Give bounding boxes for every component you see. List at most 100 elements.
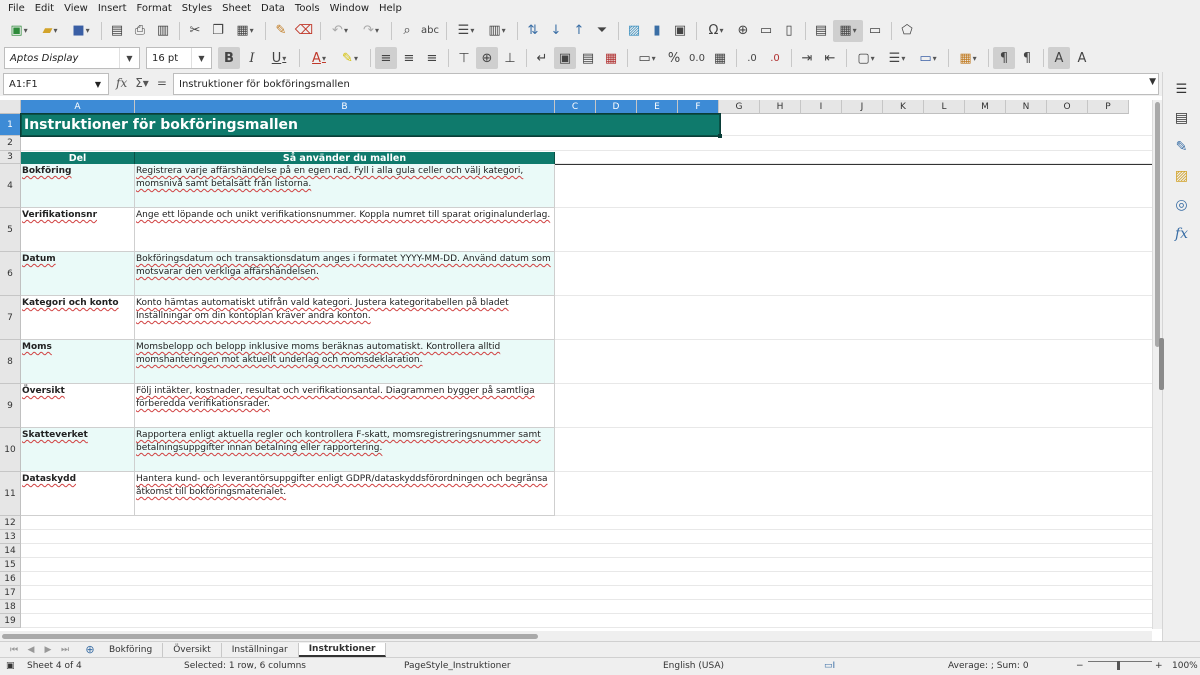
merge-cells-icon[interactable]: ▤ [577,47,599,69]
menu-item[interactable]: Data [256,3,290,14]
clear-formatting-icon[interactable]: ⌫ [293,20,315,42]
row-header[interactable]: 9 [0,384,21,428]
table-cell-label[interactable]: Kategori och konto [21,296,135,340]
align-bottom-icon[interactable]: ⊥ [499,47,521,69]
horizontal-scrollbar[interactable] [0,631,1152,641]
function-wizard-icon[interactable]: fx [116,76,127,90]
clone-formatting-icon[interactable]: ✎ [270,20,292,42]
text-direction-ltr-icon[interactable]: ¶ [993,47,1015,69]
menu-item[interactable]: View [59,3,93,14]
chevron-down-icon[interactable]: ▼ [119,48,139,68]
vertical-text-rtl-icon[interactable]: A [1071,47,1093,69]
autofill-handle[interactable] [718,134,722,138]
highlight-color-icon[interactable]: ✎ [335,47,365,69]
menu-item[interactable]: File [3,3,30,14]
undo-icon[interactable]: ↶ [325,20,355,42]
font-size-box[interactable]: 16 pt ▼ [146,47,212,69]
sum-icon[interactable]: Σ▾ [135,76,149,90]
menu-item[interactable]: Help [374,3,407,14]
column-header[interactable]: N [1006,100,1047,114]
print-preview-icon[interactable]: ▥ [152,20,174,42]
menu-item[interactable]: Tools [290,3,325,14]
row-header[interactable]: 2 [0,136,21,151]
save-icon[interactable]: ■ [66,20,96,42]
align-middle-icon[interactable]: ⊕ [476,47,498,69]
column-header[interactable]: D [596,100,637,114]
wrap-text-icon[interactable]: ↵ [531,47,553,69]
add-sheet-icon[interactable]: ⊕ [81,643,99,656]
sort-icon[interactable]: ⇅ [522,20,544,42]
menu-item[interactable]: Insert [93,3,132,14]
align-top-icon[interactable]: ⊤ [453,47,475,69]
insert-image-icon[interactable]: ▨ [623,20,645,42]
sheet-tab[interactable]: Instruktioner [298,642,387,657]
italic-button[interactable]: I [241,47,263,69]
spelling-icon[interactable]: abc [419,20,441,42]
column-header[interactable]: P [1088,100,1129,114]
redo-icon[interactable]: ↷ [356,20,386,42]
column-header[interactable]: E [637,100,678,114]
row-header[interactable]: 6 [0,252,21,296]
row-header[interactable]: 18 [0,600,21,614]
table-cell-label[interactable]: Datum [21,252,135,296]
sort-descending-icon[interactable]: ↑ [568,20,590,42]
table-cell-text[interactable]: Följ intäkter, kostnader, resultat och v… [135,384,555,428]
column-header[interactable]: J [842,100,883,114]
row-header[interactable]: 5 [0,208,21,252]
row-header[interactable]: 11 [0,472,21,516]
page-style[interactable]: PageStyle_Instruktioner [404,661,511,671]
column-header[interactable]: I [801,100,842,114]
menu-item[interactable]: Sheet [217,3,256,14]
row-header[interactable]: 19 [0,614,21,628]
sum-summary[interactable]: Average: ; Sum: 0 [948,661,1029,671]
hyperlink-icon[interactable]: ⊕ [732,20,754,42]
chevron-down-icon[interactable]: ▼ [191,48,211,68]
borders-icon[interactable]: ▢ [851,47,881,69]
row-header[interactable]: 15 [0,558,21,572]
column-header[interactable]: O [1047,100,1088,114]
sort-ascending-icon[interactable]: ↓ [545,20,567,42]
currency-format-icon[interactable]: ▭ [632,47,662,69]
table-cell-text[interactable]: Registrera varje affärshändelse på en eg… [135,164,555,208]
table-cell-label[interactable]: Skatteverket [21,428,135,472]
column-header[interactable]: A [21,100,135,114]
border-style-icon[interactable]: ☰ [882,47,912,69]
styles-icon[interactable]: ✎ [1169,134,1195,160]
table-cell-label[interactable]: Moms [21,340,135,384]
unmerge-cells-icon[interactable]: ▦ [600,47,622,69]
column-header[interactable]: H [760,100,801,114]
row-icon[interactable]: ☰ [451,20,481,42]
find-replace-icon[interactable]: ⌕ [396,20,418,42]
sheet-tab[interactable]: Inställningar [222,642,299,657]
cut-icon[interactable]: ✂ [184,20,206,42]
menu-item[interactable]: Edit [30,3,59,14]
print-icon[interactable]: ⎙ [129,20,151,42]
delete-decimal-icon[interactable]: .0 [764,47,786,69]
column-header[interactable]: L [924,100,965,114]
header-footer-icon[interactable]: ▯ [778,20,800,42]
column-header[interactable]: F [678,100,719,114]
text-direction-rtl-icon[interactable]: ¶ [1016,47,1038,69]
table-cell-label[interactable]: Dataskydd [21,472,135,516]
first-sheet-icon[interactable]: ⏮ [6,645,22,655]
underline-button[interactable]: U [264,47,294,69]
row-header[interactable]: 7 [0,296,21,340]
sheet-tab[interactable]: Översikt [163,642,222,657]
column-header[interactable]: B [135,100,555,114]
table-cell-label[interactable]: Verifikationsnr [21,208,135,252]
formula-input[interactable]: Instruktioner för bokföringsmallen ▼ [173,73,1159,95]
show-draw-functions-icon[interactable]: ⬠ [896,20,918,42]
menu-item[interactable]: Format [132,3,177,14]
font-name-box[interactable]: Aptos Display ▼ [4,47,140,69]
select-all-corner[interactable] [0,100,21,114]
zoom-in-icon[interactable]: + [1155,661,1163,671]
percent-format-button[interactable]: % [663,47,685,69]
define-print-area-icon[interactable]: ▤ [810,20,832,42]
row-header[interactable]: 17 [0,586,21,600]
row-header[interactable]: 10 [0,428,21,472]
prev-sheet-icon[interactable]: ◀ [23,645,39,655]
align-right-icon[interactable]: ≡ [421,47,443,69]
font-color-icon[interactable]: A [304,47,334,69]
row-header[interactable]: 4 [0,164,21,208]
row-header[interactable]: 13 [0,530,21,544]
